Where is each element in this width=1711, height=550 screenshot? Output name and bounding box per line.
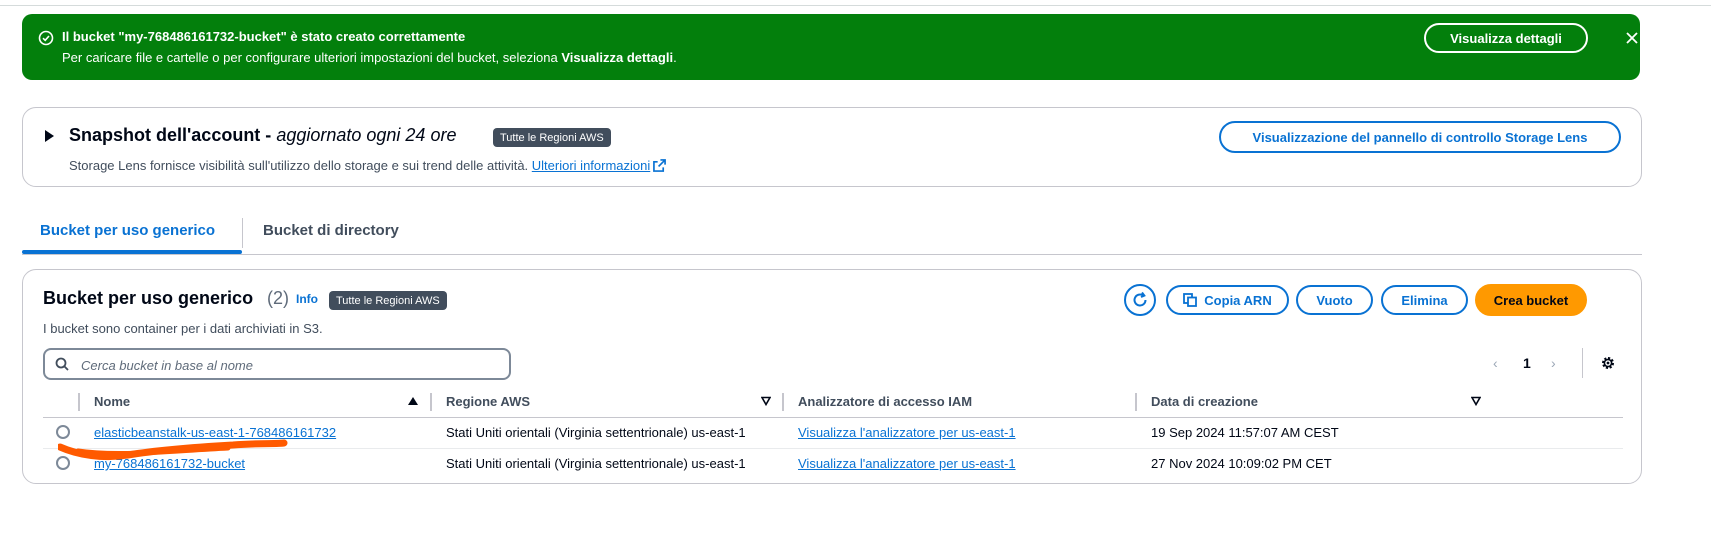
pager-divider [1582,348,1583,378]
bucket-count: (2) [267,288,289,308]
next-page-button[interactable]: › [1551,355,1556,371]
tab-divider [242,218,243,248]
bucket-region: Stati Uniti orientali (Virginia settentr… [446,425,746,440]
gear-icon[interactable] [1600,355,1616,371]
sort-icon[interactable] [761,396,771,406]
previous-page-button[interactable]: ‹ [1493,355,1498,371]
create-bucket-button[interactable]: Crea bucket [1475,284,1587,316]
success-flash-banner: Il bucket "my-768486161732-bucket" è sta… [22,14,1640,80]
all-regions-badge: Tutte le Regioni AWS [493,128,611,147]
column-divider [78,393,80,411]
flash-message: Per caricare file e cartelle o per confi… [62,50,677,65]
active-tab-indicator [22,250,242,254]
panel-subtitle: I bucket sono container per i dati archi… [43,321,323,336]
copy-icon [1183,293,1198,307]
annotation-scribble [58,439,288,461]
tab-general-purpose[interactable]: Bucket per uso generico [40,222,215,239]
check-circle-icon [38,30,54,46]
tab-directory[interactable]: Bucket di directory [263,222,399,239]
bucket-region: Stati Uniti orientali (Virginia settentr… [446,456,746,471]
snapshot-title-text: Snapshot dell'account - [69,125,277,145]
bucket-type-tabs: Bucket per uso generico Bucket di direct… [22,212,1642,255]
flash-title: Il bucket "my-768486161732-bucket" è sta… [62,29,466,44]
more-info-link[interactable]: Ulteriori informazioni [532,158,650,173]
view-details-button[interactable]: Visualizza dettagli [1424,23,1588,53]
current-page-number[interactable]: 1 [1523,355,1531,371]
column-header-iam-analyzer[interactable]: Analizzatore di accesso IAM [798,394,972,409]
flash-message-bold: Visualizza dettagli [561,50,674,65]
iam-analyzer-link[interactable]: Visualizza l'analizzatore per us-east-1 [798,425,1016,440]
bucket-search [43,348,511,380]
column-divider [430,393,432,411]
top-divider [0,5,1711,6]
delete-button[interactable]: Elimina [1381,285,1468,315]
copy-arn-button[interactable]: Copia ARN [1166,285,1289,315]
bucket-creation-date: 27 Nov 2024 10:09:02 PM CET [1151,456,1332,471]
sort-ascending-icon[interactable] [408,397,418,405]
copy-arn-label: Copia ARN [1204,292,1272,308]
search-input[interactable] [79,350,503,380]
bucket-creation-date: 19 Sep 2024 11:57:07 AM CEST [1151,425,1339,440]
all-regions-badge: Tutte le Regioni AWS [329,291,447,310]
column-divider [782,393,784,411]
empty-button[interactable]: Vuoto [1296,285,1373,315]
account-snapshot-panel: Snapshot dell'account - aggiornato ogni … [22,107,1642,187]
expand-caret-icon[interactable] [45,130,54,142]
snapshot-title[interactable]: Snapshot dell'account - aggiornato ogni … [69,125,456,146]
flash-message-text: Per caricare file e cartelle o per confi… [62,50,562,65]
close-icon[interactable] [1624,30,1640,46]
table-header: Nome Regione AWS Analizzatore di accesso… [43,387,1623,418]
snapshot-title-italic: aggiornato ogni 24 ore [276,125,457,145]
info-link[interactable]: Info [296,292,318,306]
snapshot-description: Storage Lens fornisce visibilità sull'ut… [69,158,667,173]
flash-message-suffix: . [673,50,677,65]
column-header-name[interactable]: Nome [94,394,130,409]
search-icon [55,357,69,371]
storage-lens-dashboard-button[interactable]: Visualizzazione del pannello di controll… [1219,121,1621,153]
column-header-region[interactable]: Regione AWS [446,394,530,409]
snapshot-description-text: Storage Lens fornisce visibilità sull'ut… [69,158,532,173]
refresh-icon [1133,291,1147,307]
column-header-creation-date[interactable]: Data di creazione [1151,394,1258,409]
external-link-icon [653,159,667,172]
refresh-button[interactable] [1124,284,1156,316]
panel-title: Bucket per uso generico [43,288,254,308]
iam-analyzer-link[interactable]: Visualizza l'analizzatore per us-east-1 [798,456,1016,471]
column-divider [1135,393,1137,411]
sort-icon[interactable] [1471,396,1481,406]
